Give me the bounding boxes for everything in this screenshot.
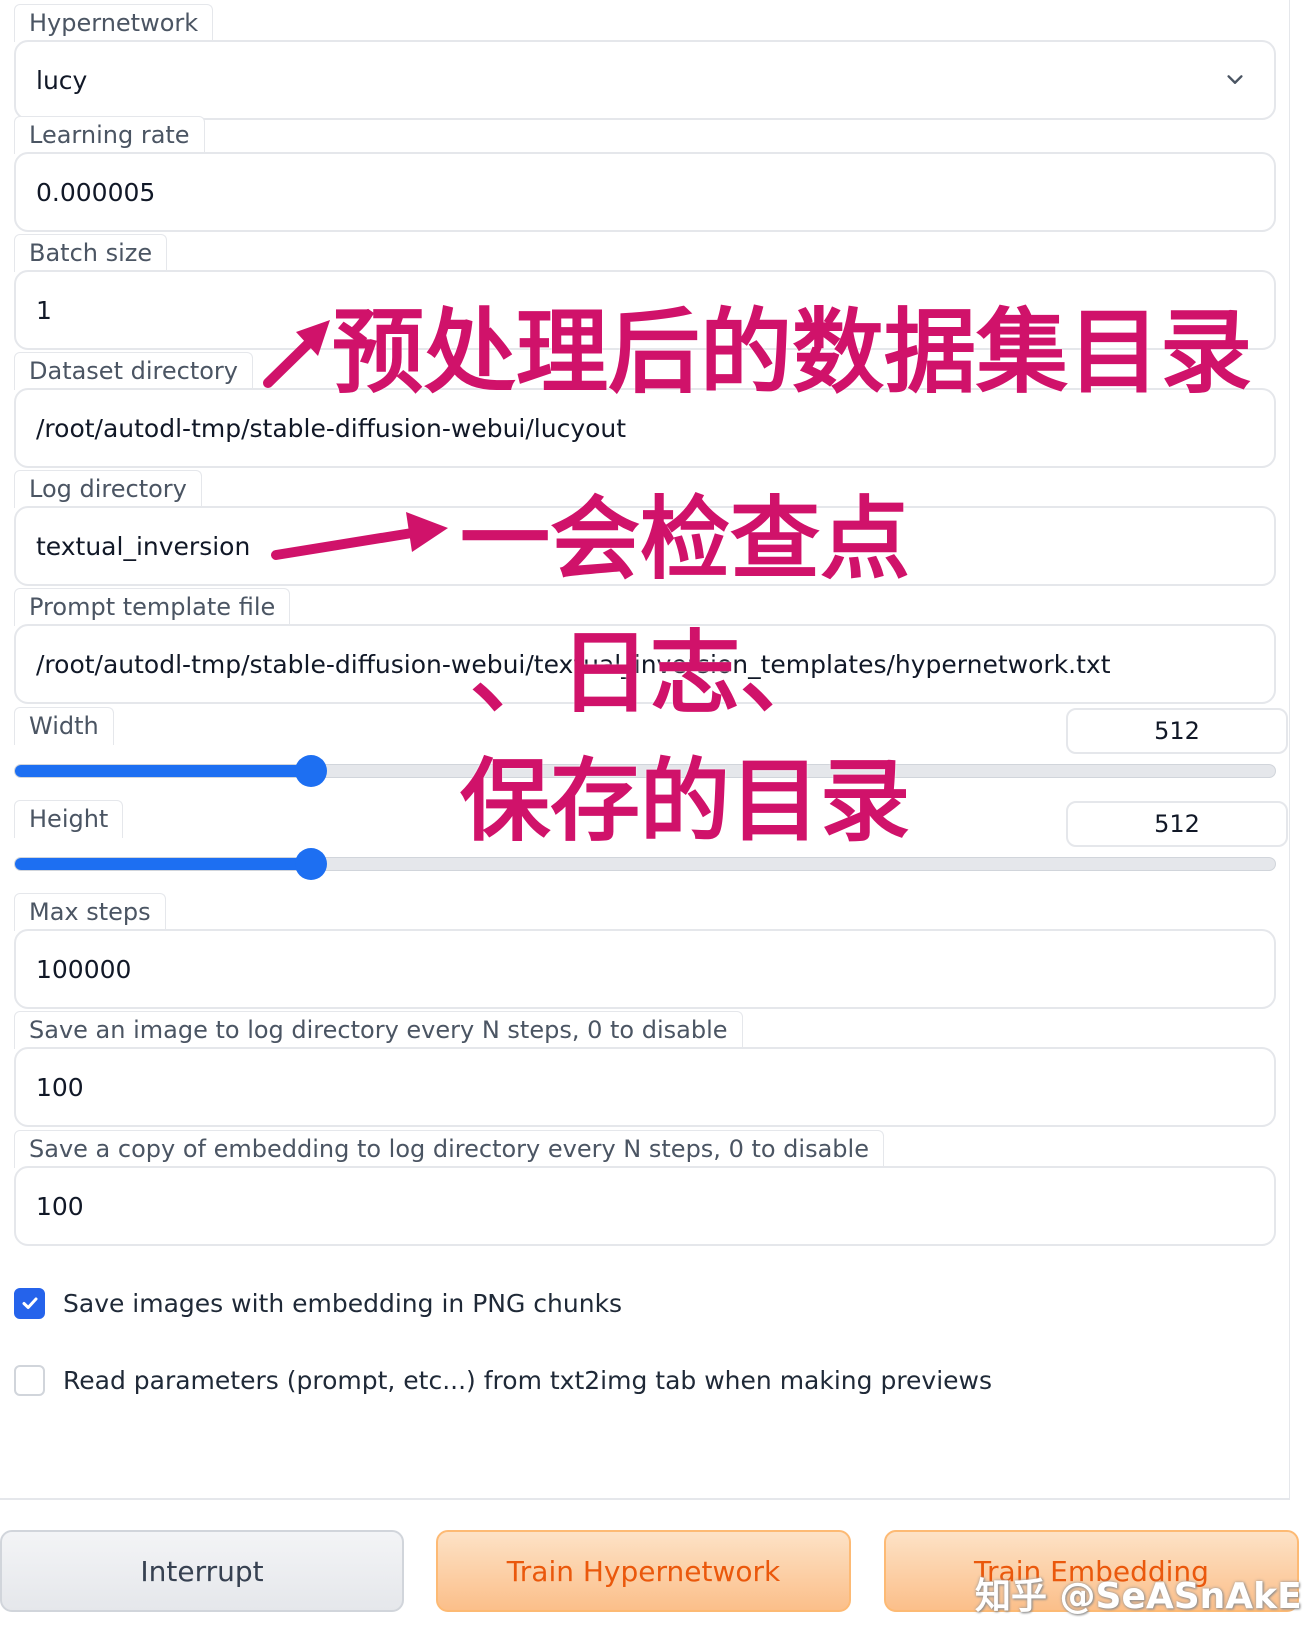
save-embedding-every-input[interactable]: 100	[14, 1166, 1276, 1246]
dataset-directory-label: Dataset directory	[14, 352, 253, 390]
save-png-chunks-checkbox[interactable]	[14, 1287, 45, 1319]
save-png-chunks-row[interactable]: Save images with embedding in PNG chunks	[14, 1285, 622, 1321]
dataset-directory-annotation: 预处理后的数据集目录	[332, 299, 1253, 406]
watermark: 知乎 @SeASnAkE	[975, 1576, 1302, 1617]
read-params-row[interactable]: Read parameters (prompt, etc...) from tx…	[14, 1362, 992, 1398]
log-directory-label: Log directory	[14, 470, 202, 508]
hypernetwork-label: Hypernetwork	[14, 4, 214, 42]
log-directory-annotation-line3: 保存的目录	[460, 749, 910, 854]
save-embedding-every-label: Save a copy of embedding to log director…	[14, 1130, 884, 1168]
max-steps-label: Max steps	[14, 893, 166, 931]
save-image-every-label: Save an image to log directory every N s…	[14, 1011, 743, 1049]
learning-rate-label: Learning rate	[14, 116, 205, 154]
learning-rate-input[interactable]: 0.000005	[14, 152, 1276, 232]
save-png-chunks-label: Save images with embedding in PNG chunks	[63, 1288, 623, 1318]
train-hypernetwork-button[interactable]: Train Hypernetwork	[436, 1530, 851, 1612]
check-icon	[22, 1297, 37, 1309]
width-slider-thumb[interactable]	[295, 755, 328, 787]
width-label: Width	[14, 707, 114, 745]
hypernetwork-value: lucy	[36, 65, 88, 95]
chevron-down-icon	[1227, 75, 1243, 84]
height-slider-fill	[15, 858, 312, 870]
max-steps-input[interactable]: 100000	[14, 929, 1276, 1009]
height-label: Height	[14, 800, 124, 838]
width-number-input[interactable]: 512	[1066, 708, 1288, 754]
save-image-every-input[interactable]: 100	[14, 1047, 1276, 1127]
interrupt-button[interactable]: Interrupt	[0, 1530, 404, 1612]
log-directory-annotation-line2: 、日志、	[470, 621, 830, 726]
prompt-template-label: Prompt template file	[14, 588, 291, 626]
read-params-checkbox[interactable]	[14, 1364, 45, 1396]
batch-size-label: Batch size	[14, 234, 168, 272]
log-directory-annotation-line1: 一会检查点	[460, 487, 910, 592]
height-number-input[interactable]: 512	[1066, 801, 1288, 847]
read-params-label: Read parameters (prompt, etc...) from tx…	[63, 1365, 993, 1395]
width-slider-fill	[15, 765, 312, 777]
height-slider-thumb[interactable]	[295, 848, 328, 880]
height-slider[interactable]	[14, 848, 1276, 880]
hypernetwork-select[interactable]: lucy	[14, 40, 1276, 120]
